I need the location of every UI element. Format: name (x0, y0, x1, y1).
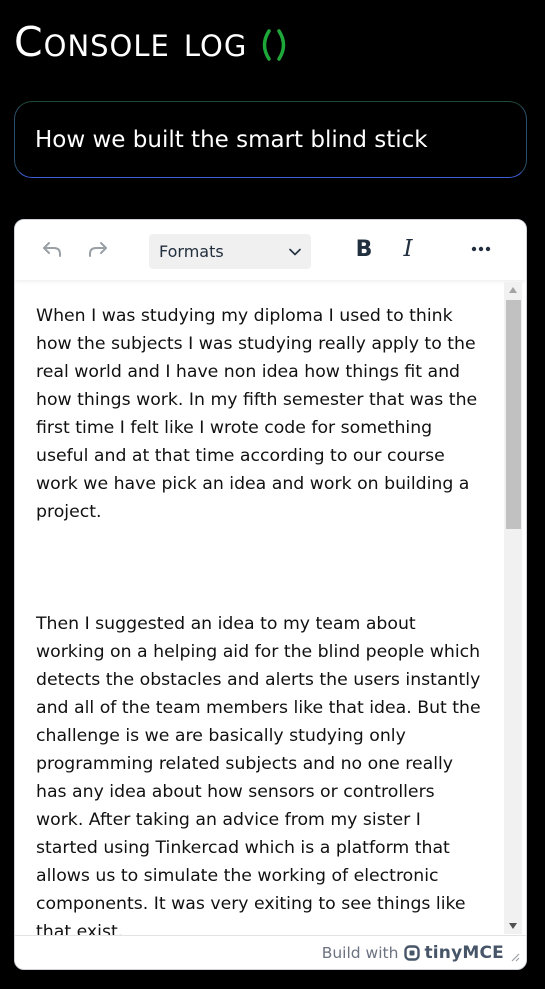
page: Console log Formats (0, 0, 545, 989)
tinymce-logo-icon (404, 944, 421, 961)
more-button[interactable] (464, 232, 498, 266)
triangle-down-icon (509, 923, 517, 929)
chevron-down-icon (289, 248, 301, 256)
undo-icon (43, 242, 61, 257)
build-with-text: Build with (321, 943, 399, 962)
more-horizontal-icon (471, 246, 491, 252)
redo-icon (89, 242, 107, 257)
italic-icon: I (403, 236, 413, 262)
editor-statusbar: Build with tinyMCE (15, 935, 526, 969)
formats-dropdown[interactable]: Formats (149, 234, 311, 269)
tinymce-brand-link[interactable]: Build with tinyMCE (322, 943, 504, 963)
app-title-text: Console log (14, 18, 248, 66)
resize-handle-icon[interactable] (510, 952, 520, 962)
triangle-up-icon (509, 287, 517, 293)
scroll-up-button[interactable] (504, 282, 522, 298)
bold-button[interactable]: B (347, 232, 381, 266)
editor-content[interactable]: When I was studying my diploma I used to… (15, 280, 505, 936)
editor-scrollbar[interactable] (504, 282, 522, 934)
empty-paragraph (36, 554, 485, 582)
content-paragraph: Then I suggested an idea to my team abou… (36, 614, 481, 936)
post-title-input[interactable] (14, 101, 527, 178)
bold-icon: B (355, 236, 373, 262)
formats-label: Formats (159, 242, 224, 261)
rich-text-editor: Formats B I When I was studying my diplo… (14, 219, 527, 970)
app-title: Console log (14, 22, 291, 63)
content-paragraph: When I was studying my diploma I used to… (36, 306, 478, 522)
scroll-down-button[interactable] (504, 918, 522, 934)
redo-button[interactable] (81, 232, 115, 266)
scroll-thumb[interactable] (506, 300, 521, 529)
editor-toolbar: Formats B I (15, 220, 526, 280)
italic-button[interactable]: I (391, 232, 425, 266)
undo-button[interactable] (35, 232, 69, 266)
console-logo-icon (257, 28, 291, 62)
tinymce-brand-name: tinyMCE (424, 942, 504, 963)
